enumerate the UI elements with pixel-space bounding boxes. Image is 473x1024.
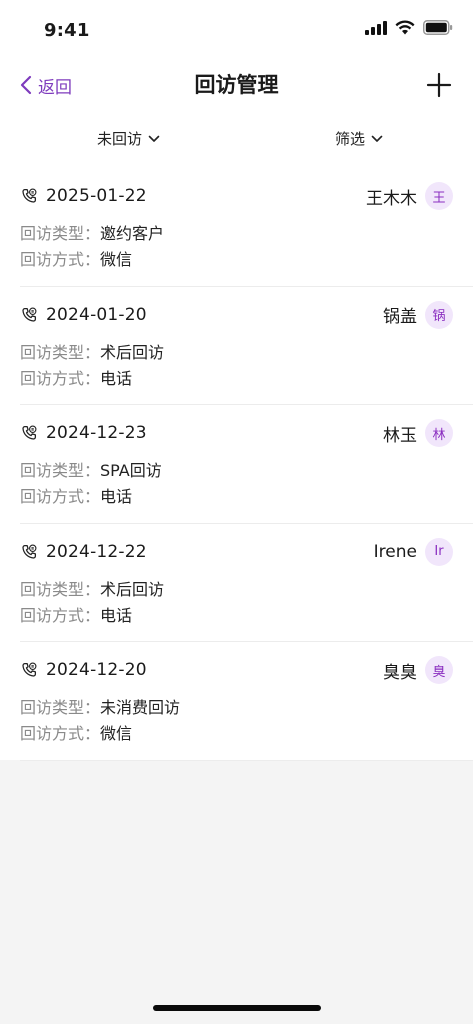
item-user: 锅盖 锅: [383, 300, 453, 329]
avatar: 林: [425, 419, 453, 447]
screen-filter-dropdown[interactable]: 筛选: [335, 128, 383, 149]
item-method: 回访方式： 电话: [20, 483, 132, 507]
avatar: Ir: [425, 537, 453, 566]
avatar: 臭: [425, 656, 453, 684]
item-date: 2024-12-22: [46, 541, 147, 562]
method-value: 电话: [100, 487, 133, 506]
type-value: 未消费回访: [100, 698, 181, 717]
type-label: 回访类型：: [20, 579, 101, 599]
page-title: 回访管理: [194, 73, 279, 97]
battery-icon: [423, 20, 453, 35]
type-value: 邀约客户: [100, 224, 165, 243]
chevron-down-icon: [371, 135, 383, 142]
item-method: 回访方式： 微信: [20, 720, 132, 744]
status-icons: [365, 20, 453, 35]
type-value: SPA回访: [100, 461, 162, 480]
status-filter-dropdown[interactable]: 未回访: [97, 128, 160, 149]
item-type: 回访类型： 未消费回访: [20, 694, 180, 718]
phone-callback-icon: [22, 544, 37, 559]
home-indicator: [153, 1005, 321, 1011]
item-user-name: Irene: [373, 541, 417, 562]
status-bar: 9:41: [0, 0, 473, 60]
method-label: 回访方式：: [20, 724, 101, 743]
method-value: 微信: [100, 250, 133, 269]
item-user-name: 王木木: [366, 188, 417, 209]
screen-filter-label: 筛选: [335, 130, 366, 148]
type-value: 术后回访: [100, 342, 165, 362]
method-value: 微信: [100, 724, 133, 743]
item-user: Irene Ir: [373, 537, 453, 566]
type-label: 回访类型：: [20, 698, 101, 717]
item-date-row: 2024-01-20: [20, 303, 147, 327]
signal-icon: [365, 20, 387, 35]
phone-callback-icon: [22, 662, 37, 677]
filter-row: 未回访 筛选: [0, 124, 473, 156]
item-date: 2024-12-20: [46, 660, 147, 680]
list-item[interactable]: 2024-12-23 林玉 林 回访类型： SPA回访 回访方式： 电话: [20, 405, 473, 524]
item-date: 2024-01-20: [46, 304, 147, 325]
phone-callback-icon: [22, 425, 37, 440]
item-type: 回访类型： SPA回访: [20, 457, 162, 481]
type-value: 术后回访: [100, 579, 165, 599]
status-time: 9:41: [44, 20, 90, 41]
item-user-name: 臭臭: [383, 662, 417, 683]
type-label: 回访类型：: [20, 461, 101, 480]
status-filter-label: 未回访: [97, 130, 143, 148]
type-label: 回访类型：: [20, 342, 101, 362]
method-label: 回访方式：: [20, 250, 101, 269]
item-date-row: 2024-12-23: [20, 421, 147, 445]
chevron-down-icon: [148, 135, 160, 142]
item-user-name: 锅盖: [383, 307, 417, 327]
method-label: 回访方式：: [20, 487, 101, 506]
list-item[interactable]: 2024-12-22 Irene Ir 回访类型： 术后回访 回访方式： 电话: [20, 524, 473, 642]
list-item[interactable]: 2024-12-20 臭臭 臭 回访类型： 未消费回访 回访方式： 微信: [20, 642, 473, 761]
nav-bar: 返回 回访管理: [0, 60, 473, 110]
followup-list: 2025-01-22 王木木 王 回访类型： 邀约客户 回访方式： 微信 202…: [0, 168, 473, 761]
item-method: 回访方式： 电话: [20, 602, 132, 626]
add-icon[interactable]: [423, 69, 455, 101]
avatar: 王: [425, 182, 453, 210]
type-label: 回访类型：: [20, 224, 101, 243]
item-user: 林玉 林: [383, 419, 453, 447]
item-date-row: 2024-12-20: [20, 658, 147, 682]
method-value: 电话: [100, 368, 133, 388]
avatar: 锅: [425, 300, 453, 329]
item-date-row: 2025-01-22: [20, 184, 147, 208]
method-value: 电话: [100, 605, 133, 625]
method-label: 回访方式：: [20, 605, 101, 625]
item-type: 回访类型： 术后回访: [20, 576, 164, 600]
item-user: 臭臭 臭: [383, 656, 453, 684]
method-label: 回访方式：: [20, 368, 101, 388]
item-type: 回访类型： 邀约客户: [20, 220, 164, 244]
list-item[interactable]: 2024-01-20 锅盖 锅 回访类型： 术后回访 回访方式： 电话: [20, 287, 473, 405]
item-type: 回访类型： 术后回访: [20, 339, 164, 363]
list-item[interactable]: 2025-01-22 王木木 王 回访类型： 邀约客户 回访方式： 微信: [20, 168, 473, 287]
item-date-row: 2024-12-22: [20, 540, 147, 564]
item-method: 回访方式： 电话: [20, 365, 132, 389]
item-user: 王木木 王: [366, 182, 453, 210]
item-date: 2024-12-23: [46, 423, 147, 443]
phone-callback-icon: [22, 188, 37, 203]
phone-callback-icon: [22, 307, 37, 322]
item-date: 2025-01-22: [46, 186, 147, 206]
screen: 9:41 返回 回访管理 未回访 筛选 2025-01-22 王木木 王 回访类…: [0, 0, 473, 1024]
item-user-name: 林玉: [383, 425, 417, 446]
item-method: 回访方式： 微信: [20, 246, 132, 270]
wifi-icon: [395, 20, 415, 35]
